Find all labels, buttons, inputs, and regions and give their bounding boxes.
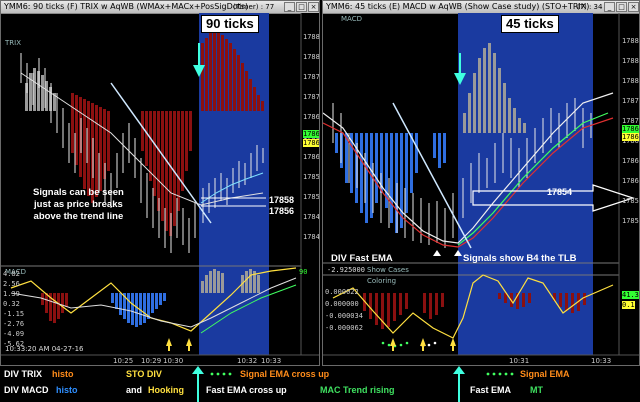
- legend-band: DIV TRIX histo DIV MACD histo STO DIV an…: [0, 366, 640, 402]
- close-icon[interactable]: ×: [628, 2, 639, 12]
- maximize-icon[interactable]: □: [296, 2, 307, 12]
- right-tick-badge: 45 ticks: [501, 15, 559, 33]
- left-price-highlight-yellow: 17866: [303, 139, 319, 147]
- right-lower-value-yellow: 0.1: [622, 301, 635, 309]
- left-yellow-up-arrows: [166, 338, 192, 351]
- legend-decorations: [192, 366, 514, 402]
- right-chart-window[interactable]: YMM6: 45 ticks (E) MACD w AqWB (Show Cas…: [322, 0, 640, 366]
- right-price-highlight-green: 17868: [622, 125, 639, 133]
- left-upper-indicator-label: TRIX: [5, 39, 21, 47]
- left-macd-values: 4.82 2.56 1.39 0.32 -1.15 -2.76 -4.09 -5…: [3, 270, 25, 348]
- right-timer: (T) : 34: [577, 3, 603, 11]
- left-level-b: 17856: [269, 206, 295, 216]
- left-signals-note: Signals can be seen just as price breaks…: [33, 187, 124, 222]
- right-window-title: YMM6: 45 ticks (E) MACD w AqWB (Show Cas…: [326, 2, 590, 11]
- right-upper-indicator-label: MACD: [341, 15, 362, 23]
- left-tick-badge: 90 ticks: [201, 15, 259, 33]
- left-macd-top-value: 90: [299, 268, 308, 276]
- left-window-buttons: _ □ ×: [284, 1, 319, 13]
- right-white-markers: [433, 250, 462, 256]
- left-price-highlight-green: 17867: [303, 130, 319, 138]
- close-icon[interactable]: ×: [308, 2, 319, 12]
- right-signals-tlb: Signals show B4 the TLB: [463, 253, 577, 264]
- right-lower-indicator-label: Coloring: [367, 277, 397, 285]
- left-window-title: YMM6: 90 ticks (F) TRIX w AqWB (WMAx+MAC…: [4, 2, 249, 11]
- left-timer: (Timer) : 77: [233, 3, 275, 11]
- left-chart-window[interactable]: YMM6: 90 ticks (F) TRIX w AqWB (WMAx+MAC…: [0, 0, 320, 366]
- right-lower-value-green: 41.3: [622, 291, 639, 299]
- right-show-cases-label: Show Cases: [367, 266, 409, 274]
- right-lower-axis: 0.000022 0.000000 -0.000034 -0.000062: [325, 288, 363, 332]
- left-level-a: 17858: [269, 195, 295, 205]
- maximize-icon[interactable]: □: [616, 2, 627, 12]
- right-window-buttons: _ □ ×: [604, 1, 639, 13]
- right-price-highlight-yellow: 17866: [622, 133, 639, 141]
- minimize-icon[interactable]: _: [604, 2, 615, 12]
- minimize-icon[interactable]: _: [284, 2, 295, 12]
- right-level-a: 17854: [547, 187, 573, 197]
- left-timestamp: 10:33:20 AM 04-27-16: [5, 345, 84, 353]
- right-show-cases-value: -2.925000: [327, 266, 365, 274]
- right-chart-canvas[interactable]: [323, 13, 640, 366]
- right-div-fast-ema: DIV Fast EMA: [331, 253, 393, 264]
- legend-cyan-up-arrow-right: [453, 366, 465, 402]
- legend-cyan-up-arrow-left: [192, 366, 204, 402]
- legend-green-dots: [210, 372, 514, 376]
